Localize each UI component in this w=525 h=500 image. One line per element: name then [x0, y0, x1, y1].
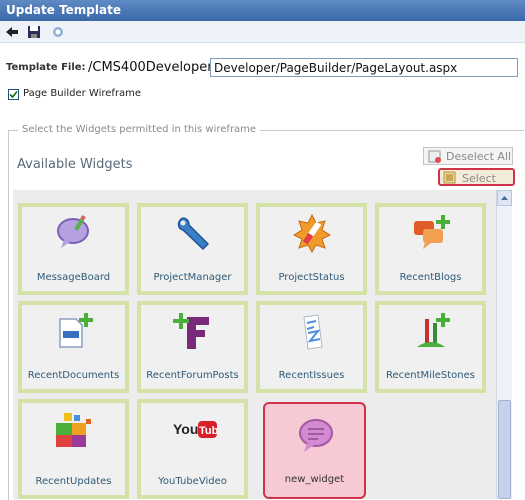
deselect-icon [428, 150, 441, 163]
blogs-icon [411, 213, 451, 253]
widget-label: RecentMileStones [386, 370, 475, 381]
template-file-label: Template File: [6, 62, 86, 73]
svg-text:You: You [173, 421, 198, 437]
youtube-icon: YouTube [173, 409, 224, 449]
wrench-icon [173, 213, 213, 253]
widgets-legend: Select the Widgets permitted in this wir… [18, 124, 261, 135]
widget-tile-recentdocuments[interactable]: RecentDocuments [18, 301, 129, 393]
speech-bubble-icon [296, 416, 336, 456]
issues-icon [292, 311, 332, 351]
back-arrow-icon[interactable] [4, 24, 20, 40]
select-all-button[interactable]: Select All [438, 168, 515, 203]
widgets-grid: MessageBoard ProjectManager ProjectStatu… [13, 190, 496, 499]
scroll-up-icon [501, 196, 508, 200]
widget-label: MessageBoard [36, 272, 111, 283]
widget-tile-recentforumposts[interactable]: RecentForumPosts [137, 301, 248, 393]
template-file-prefix: /CMS400Developer/ [88, 60, 217, 75]
widget-tile-new-widget[interactable]: new_widget [263, 402, 366, 499]
save-icon[interactable] [26, 24, 42, 40]
toolbar [0, 21, 525, 43]
help-icon[interactable] [50, 24, 66, 40]
widget-tile-recentblogs[interactable]: RecentBlogs [375, 203, 486, 295]
widget-tile-projectstatus[interactable]: ProjectStatus [256, 203, 367, 295]
wireframe-checkbox[interactable] [8, 89, 19, 100]
widget-label: ProjectStatus [278, 272, 345, 283]
scroll-thumb[interactable] [498, 400, 511, 499]
widget-label: ProjectManager [153, 272, 232, 283]
available-widgets-heading: Available Widgets [17, 157, 133, 172]
deselect-all-label: Deselect All [446, 150, 512, 163]
widget-label: RecentUpdates [35, 476, 112, 487]
scroll-up-button[interactable] [497, 190, 512, 206]
widget-tile-recentupdates[interactable]: RecentUpdates [18, 399, 129, 499]
widgets-scrollbar[interactable] [496, 190, 512, 499]
document-icon [54, 311, 94, 351]
wireframe-label: Page Builder Wireframe [23, 88, 142, 99]
template-file-input[interactable] [210, 58, 518, 77]
widget-label: YouTubeVideo [158, 476, 227, 487]
updates-icon [54, 409, 94, 449]
widget-tile-messageboard[interactable]: MessageBoard [18, 203, 129, 295]
widget-tile-projectmanager[interactable]: ProjectManager [137, 203, 248, 295]
widget-tile-recentissues[interactable]: RecentIssues [256, 301, 367, 393]
widget-label: RecentBlogs [399, 272, 462, 283]
select-icon [443, 171, 456, 184]
forum-icon [173, 311, 213, 351]
widget-tile-youtubevideo[interactable]: YouTube YouTubeVideo [137, 399, 248, 499]
deselect-all-button[interactable]: Deselect All [423, 147, 513, 165]
widget-label: RecentIssues [278, 370, 345, 381]
window-title: Update Template [0, 0, 525, 21]
widget-label: RecentDocuments [27, 370, 120, 381]
widget-label: RecentForumPosts [146, 370, 239, 381]
template-file-row: Template File: /CMS400Developer/ [6, 58, 518, 78]
milestone-icon [411, 311, 451, 351]
svg-text:Tube: Tube [199, 425, 217, 437]
widget-label: new_widget [284, 474, 345, 485]
widget-tile-recentmilestones[interactable]: RecentMileStones [375, 301, 486, 393]
message-board-icon [54, 213, 94, 253]
status-badge-icon [292, 213, 332, 254]
